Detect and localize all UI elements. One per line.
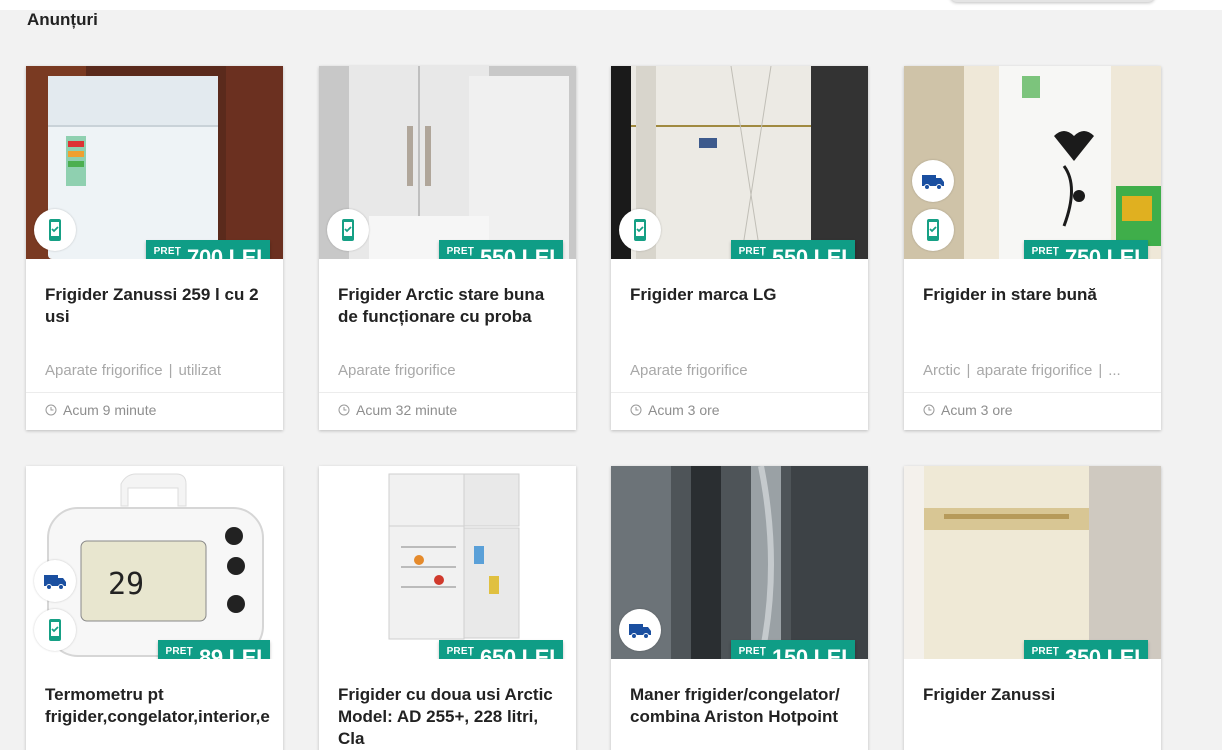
- phone-icon: [927, 219, 939, 241]
- clock-icon: [45, 404, 57, 416]
- listing-category: Aparate frigorifice: [630, 362, 748, 379]
- listing-image[interactable]: PREȚ 650 LEI: [319, 466, 576, 659]
- listing-image[interactable]: PREȚ 150 LEI: [611, 466, 868, 659]
- section-title: Anunțuri: [27, 10, 98, 29]
- delivery-badge: [619, 609, 661, 651]
- listing-image[interactable]: PREȚ 550 LEI: [319, 66, 576, 259]
- phone-verified-badge: [34, 609, 76, 651]
- price-tag: PREȚ 550 LEI: [730, 240, 855, 259]
- price-tag: PREȚ 89 LEI: [157, 640, 270, 659]
- listing-category: Arctic | aparate frigorifice |...: [923, 362, 1121, 379]
- listing-image[interactable]: PREȚ 350 LEI: [904, 466, 1161, 659]
- clock-icon: [630, 404, 642, 416]
- listing-image[interactable]: 29 PREȚ 89 LEI: [26, 466, 283, 659]
- top-bar: [0, 0, 1222, 10]
- phone-verified-badge: [34, 209, 76, 251]
- listing-card[interactable]: PREȚ 750 LEI Frigider in stare bună Arcti…: [904, 66, 1161, 430]
- listing-time: Acum 9 minute: [45, 402, 156, 418]
- listing-title[interactable]: Termometru pt frigider,congelator,interi…: [45, 684, 273, 750]
- phone-verified-badge: [327, 209, 369, 251]
- phone-icon: [342, 219, 354, 241]
- listing-title[interactable]: Frigider Arctic stare buna de funcționar…: [338, 284, 566, 328]
- listing-card[interactable]: PREȚ 700 LEI Frigider Zanussi 259 l cu 2 …: [26, 66, 283, 430]
- listing-title[interactable]: Frigider marca LG: [630, 284, 858, 306]
- phone-verified-badge: [619, 209, 661, 251]
- price-tag: PREȚ 750 LEI: [1023, 240, 1148, 259]
- listing-time: Acum 3 ore: [630, 402, 720, 418]
- divider: [26, 392, 283, 393]
- price-tag: PREȚ 650 LEI: [438, 640, 563, 659]
- listing-time: Acum 32 minute: [338, 402, 457, 418]
- svg-text:29: 29: [108, 567, 144, 602]
- listing-image[interactable]: PREȚ 700 LEI: [26, 66, 283, 259]
- listing-card[interactable]: PREȚ 650 LEI Frigider cu doua usi Arctic …: [319, 466, 576, 750]
- phone-icon: [49, 219, 61, 241]
- divider: [904, 392, 1161, 393]
- listing-title[interactable]: Frigider Zanussi: [923, 684, 1151, 706]
- delivery-truck-icon: [922, 175, 944, 190]
- divider: [319, 392, 576, 393]
- listing-time: Acum 3 ore: [923, 402, 1013, 418]
- price-tag: PREȚ 700 LEI: [145, 240, 270, 259]
- listing-image[interactable]: PREȚ 750 LEI: [904, 66, 1161, 259]
- listing-image[interactable]: PREȚ 550 LEI: [611, 66, 868, 259]
- listing-title[interactable]: Frigider cu doua usi Arctic Model: AD 25…: [338, 684, 566, 750]
- phone-icon: [49, 619, 61, 641]
- listing-card[interactable]: PREȚ 550 LEI Frigider marca LG Aparate fr…: [611, 66, 868, 430]
- price-tag: PREȚ 550 LEI: [438, 240, 563, 259]
- listing-card[interactable]: PREȚ 350 LEI Frigider Zanussi: [904, 466, 1161, 750]
- search-pill[interactable]: [950, 0, 1155, 2]
- phone-icon: [634, 219, 646, 241]
- listing-card[interactable]: PREȚ 150 LEI Maner frigider/congelator/ c…: [611, 466, 868, 750]
- listing-category: Aparate frigorifice | utilizat: [45, 362, 221, 379]
- delivery-truck-icon: [629, 624, 651, 639]
- price-tag: PREȚ 150 LEI: [730, 640, 855, 659]
- clock-icon: [338, 404, 350, 416]
- delivery-badge: [912, 160, 954, 202]
- listing-title[interactable]: Maner frigider/congelator/ combina Arist…: [630, 684, 858, 728]
- listing-title[interactable]: Frigider in stare bună: [923, 284, 1151, 306]
- listing-category: Aparate frigorifice: [338, 362, 456, 379]
- delivery-badge: [34, 560, 76, 602]
- divider: [611, 392, 868, 393]
- phone-verified-badge: [912, 209, 954, 251]
- delivery-truck-icon: [44, 575, 66, 590]
- listing-title[interactable]: Frigider Zanussi 259 l cu 2 usi: [45, 284, 273, 328]
- clock-icon: [923, 404, 935, 416]
- price-tag: PREȚ 350 LEI: [1023, 640, 1148, 659]
- listing-card[interactable]: 29 PREȚ 89 LEI Termometru pt frigider,con…: [26, 466, 283, 750]
- listing-card[interactable]: PREȚ 550 LEI Frigider Arctic stare buna d…: [319, 66, 576, 430]
